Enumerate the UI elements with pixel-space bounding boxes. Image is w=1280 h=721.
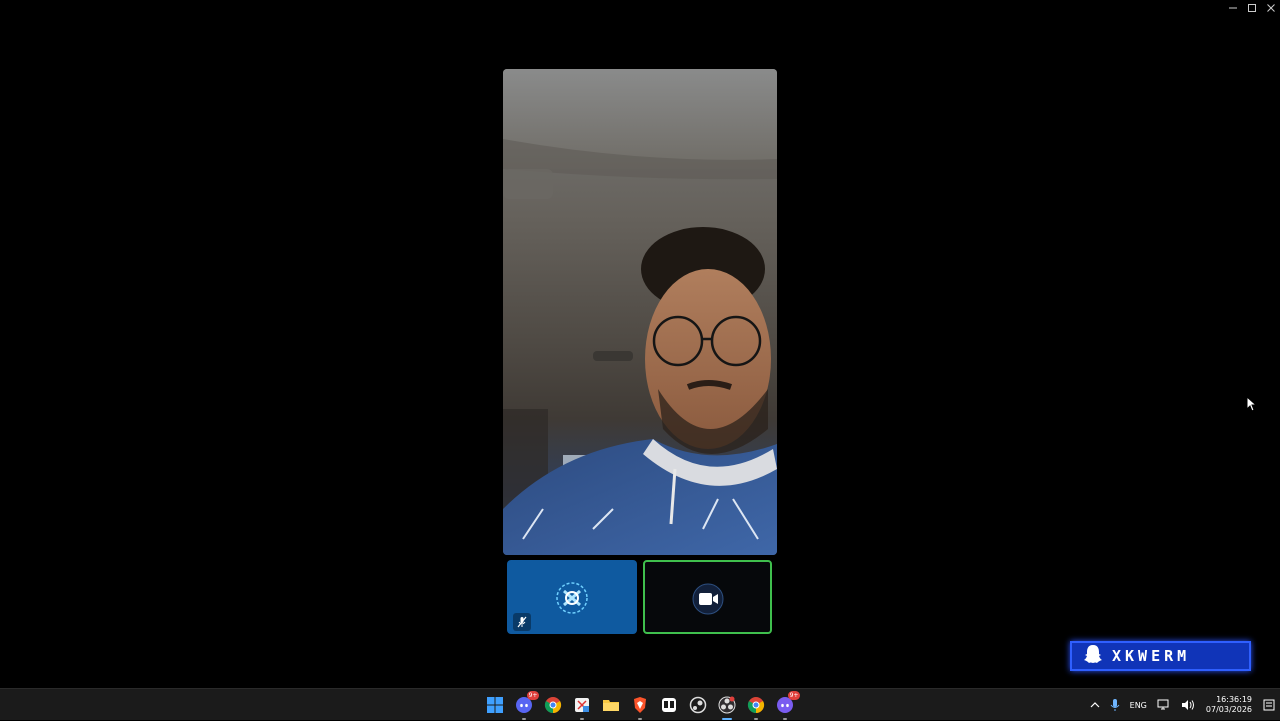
taskbar-apps: 9+ 9+ <box>483 691 800 720</box>
obs-icon[interactable] <box>715 693 739 720</box>
volume-icon[interactable] <box>1176 689 1200 721</box>
app-logo-icon <box>554 580 590 620</box>
taskbar: 9+ 9+ ENG 16:36:19 07/03/2026 <box>0 688 1280 720</box>
watermark-banner: XKWERM <box>1070 641 1251 671</box>
roblox-icon[interactable] <box>657 693 681 717</box>
window-controls <box>1223 0 1280 16</box>
mouse-cursor-icon <box>1246 395 1258 416</box>
discord-icon[interactable]: 9+ <box>512 691 539 720</box>
network-icon[interactable] <box>1152 689 1176 721</box>
folder-icon[interactable] <box>599 693 623 717</box>
system-tray: ENG 16:36:19 07/03/2026 <box>1085 689 1280 721</box>
notification-badge: 9+ <box>788 691 800 700</box>
clock-time: 16:36:19 <box>1216 695 1252 704</box>
clock[interactable]: 16:36:19 07/03/2026 <box>1200 695 1258 715</box>
brave-icon[interactable] <box>628 693 652 720</box>
maximize-icon[interactable] <box>1242 0 1261 16</box>
snip-icon[interactable] <box>570 693 594 720</box>
chrome-profile-icon[interactable] <box>744 693 768 720</box>
self-tile[interactable] <box>507 560 637 634</box>
discord-ptb-icon[interactable]: 9+ <box>773 691 800 720</box>
minimize-icon[interactable] <box>1223 0 1242 16</box>
microphone-icon[interactable] <box>1105 689 1125 721</box>
watermark-text: XKWERM <box>1112 647 1191 665</box>
snapchat-ghost-icon <box>1082 643 1104 669</box>
steam-icon[interactable] <box>686 693 710 717</box>
windows-start-icon[interactable] <box>483 693 507 717</box>
video-camera-icon <box>689 581 727 621</box>
notifications-icon[interactable] <box>1258 689 1280 721</box>
camera-tile[interactable] <box>643 560 772 634</box>
remote-participant-video <box>503 69 777 555</box>
language-indicator[interactable]: ENG <box>1125 689 1152 721</box>
close-icon[interactable] <box>1261 0 1280 16</box>
microphone-muted-icon[interactable] <box>513 613 531 631</box>
notification-badge: 9+ <box>527 691 539 700</box>
chevron-up-icon[interactable] <box>1085 689 1105 721</box>
clock-date: 07/03/2026 <box>1205 705 1252 714</box>
chrome-icon[interactable] <box>541 693 565 717</box>
